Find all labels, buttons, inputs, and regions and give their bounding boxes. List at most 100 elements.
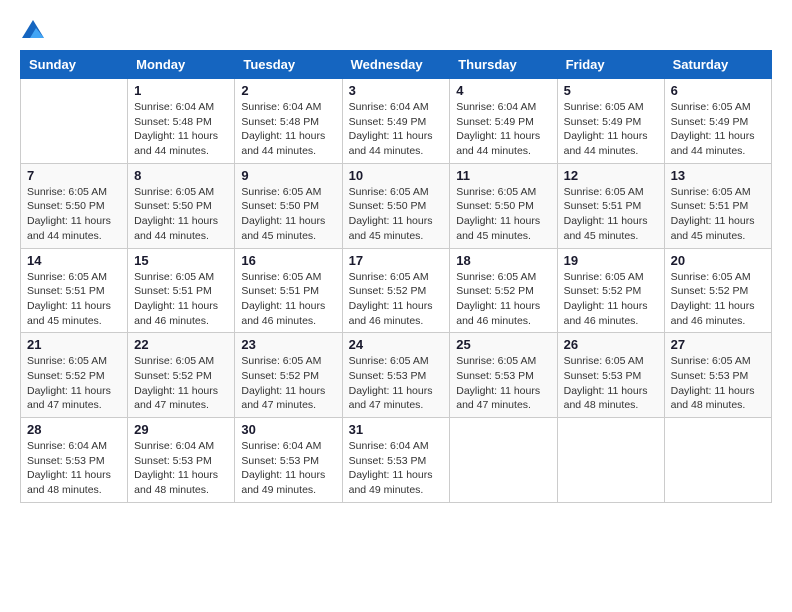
day-detail: Sunrise: 6:05 AMSunset: 5:53 PMDaylight:… bbox=[564, 355, 648, 411]
day-cell: 7 Sunrise: 6:05 AMSunset: 5:50 PMDayligh… bbox=[21, 163, 128, 248]
day-cell: 5 Sunrise: 6:05 AMSunset: 5:49 PMDayligh… bbox=[557, 79, 664, 164]
day-cell: 1 Sunrise: 6:04 AMSunset: 5:48 PMDayligh… bbox=[128, 79, 235, 164]
day-detail: Sunrise: 6:04 AMSunset: 5:53 PMDaylight:… bbox=[27, 440, 111, 496]
day-number: 18 bbox=[456, 253, 550, 268]
day-detail: Sunrise: 6:04 AMSunset: 5:49 PMDaylight:… bbox=[349, 101, 433, 157]
day-detail: Sunrise: 6:05 AMSunset: 5:53 PMDaylight:… bbox=[671, 355, 755, 411]
day-number: 5 bbox=[564, 83, 658, 98]
week-row-2: 7 Sunrise: 6:05 AMSunset: 5:50 PMDayligh… bbox=[21, 163, 772, 248]
day-detail: Sunrise: 6:05 AMSunset: 5:51 PMDaylight:… bbox=[241, 271, 325, 327]
day-cell: 12 Sunrise: 6:05 AMSunset: 5:51 PMDaylig… bbox=[557, 163, 664, 248]
day-detail: Sunrise: 6:04 AMSunset: 5:48 PMDaylight:… bbox=[241, 101, 325, 157]
calendar-table: SundayMondayTuesdayWednesdayThursdayFrid… bbox=[20, 50, 772, 503]
day-number: 8 bbox=[134, 168, 228, 183]
header-friday: Friday bbox=[557, 51, 664, 79]
header-sunday: Sunday bbox=[21, 51, 128, 79]
day-detail: Sunrise: 6:05 AMSunset: 5:52 PMDaylight:… bbox=[349, 271, 433, 327]
day-detail: Sunrise: 6:05 AMSunset: 5:50 PMDaylight:… bbox=[241, 186, 325, 242]
day-cell: 25 Sunrise: 6:05 AMSunset: 5:53 PMDaylig… bbox=[450, 333, 557, 418]
day-number: 14 bbox=[27, 253, 121, 268]
day-number: 1 bbox=[134, 83, 228, 98]
day-number: 28 bbox=[27, 422, 121, 437]
day-cell: 9 Sunrise: 6:05 AMSunset: 5:50 PMDayligh… bbox=[235, 163, 342, 248]
day-cell: 22 Sunrise: 6:05 AMSunset: 5:52 PMDaylig… bbox=[128, 333, 235, 418]
day-cell: 28 Sunrise: 6:04 AMSunset: 5:53 PMDaylig… bbox=[21, 418, 128, 503]
day-detail: Sunrise: 6:05 AMSunset: 5:49 PMDaylight:… bbox=[671, 101, 755, 157]
header-monday: Monday bbox=[128, 51, 235, 79]
day-cell: 26 Sunrise: 6:05 AMSunset: 5:53 PMDaylig… bbox=[557, 333, 664, 418]
day-cell: 8 Sunrise: 6:05 AMSunset: 5:50 PMDayligh… bbox=[128, 163, 235, 248]
day-number: 23 bbox=[241, 337, 335, 352]
day-cell: 30 Sunrise: 6:04 AMSunset: 5:53 PMDaylig… bbox=[235, 418, 342, 503]
day-cell: 13 Sunrise: 6:05 AMSunset: 5:51 PMDaylig… bbox=[664, 163, 771, 248]
day-detail: Sunrise: 6:05 AMSunset: 5:52 PMDaylight:… bbox=[134, 355, 218, 411]
day-cell: 15 Sunrise: 6:05 AMSunset: 5:51 PMDaylig… bbox=[128, 248, 235, 333]
day-number: 12 bbox=[564, 168, 658, 183]
day-cell: 16 Sunrise: 6:05 AMSunset: 5:51 PMDaylig… bbox=[235, 248, 342, 333]
logo-icon bbox=[22, 20, 44, 38]
day-cell bbox=[21, 79, 128, 164]
week-row-3: 14 Sunrise: 6:05 AMSunset: 5:51 PMDaylig… bbox=[21, 248, 772, 333]
day-cell: 18 Sunrise: 6:05 AMSunset: 5:52 PMDaylig… bbox=[450, 248, 557, 333]
day-cell: 10 Sunrise: 6:05 AMSunset: 5:50 PMDaylig… bbox=[342, 163, 450, 248]
day-number: 11 bbox=[456, 168, 550, 183]
header-saturday: Saturday bbox=[664, 51, 771, 79]
day-number: 25 bbox=[456, 337, 550, 352]
day-cell bbox=[664, 418, 771, 503]
header-tuesday: Tuesday bbox=[235, 51, 342, 79]
week-row-5: 28 Sunrise: 6:04 AMSunset: 5:53 PMDaylig… bbox=[21, 418, 772, 503]
day-detail: Sunrise: 6:05 AMSunset: 5:50 PMDaylight:… bbox=[134, 186, 218, 242]
day-number: 24 bbox=[349, 337, 444, 352]
day-number: 20 bbox=[671, 253, 765, 268]
day-number: 30 bbox=[241, 422, 335, 437]
day-detail: Sunrise: 6:05 AMSunset: 5:51 PMDaylight:… bbox=[564, 186, 648, 242]
day-detail: Sunrise: 6:05 AMSunset: 5:52 PMDaylight:… bbox=[456, 271, 540, 327]
day-number: 22 bbox=[134, 337, 228, 352]
day-cell: 17 Sunrise: 6:05 AMSunset: 5:52 PMDaylig… bbox=[342, 248, 450, 333]
day-cell: 19 Sunrise: 6:05 AMSunset: 5:52 PMDaylig… bbox=[557, 248, 664, 333]
day-cell: 11 Sunrise: 6:05 AMSunset: 5:50 PMDaylig… bbox=[450, 163, 557, 248]
day-detail: Sunrise: 6:04 AMSunset: 5:53 PMDaylight:… bbox=[134, 440, 218, 496]
day-cell: 4 Sunrise: 6:04 AMSunset: 5:49 PMDayligh… bbox=[450, 79, 557, 164]
day-number: 15 bbox=[134, 253, 228, 268]
day-number: 9 bbox=[241, 168, 335, 183]
day-detail: Sunrise: 6:04 AMSunset: 5:49 PMDaylight:… bbox=[456, 101, 540, 157]
day-number: 16 bbox=[241, 253, 335, 268]
day-cell: 21 Sunrise: 6:05 AMSunset: 5:52 PMDaylig… bbox=[21, 333, 128, 418]
day-number: 21 bbox=[27, 337, 121, 352]
day-cell: 23 Sunrise: 6:05 AMSunset: 5:52 PMDaylig… bbox=[235, 333, 342, 418]
day-number: 3 bbox=[349, 83, 444, 98]
day-number: 27 bbox=[671, 337, 765, 352]
day-number: 4 bbox=[456, 83, 550, 98]
day-number: 10 bbox=[349, 168, 444, 183]
day-cell: 20 Sunrise: 6:05 AMSunset: 5:52 PMDaylig… bbox=[664, 248, 771, 333]
day-detail: Sunrise: 6:04 AMSunset: 5:53 PMDaylight:… bbox=[241, 440, 325, 496]
day-detail: Sunrise: 6:05 AMSunset: 5:50 PMDaylight:… bbox=[349, 186, 433, 242]
day-cell: 2 Sunrise: 6:04 AMSunset: 5:48 PMDayligh… bbox=[235, 79, 342, 164]
day-number: 19 bbox=[564, 253, 658, 268]
calendar-header-row: SundayMondayTuesdayWednesdayThursdayFrid… bbox=[21, 51, 772, 79]
day-cell: 27 Sunrise: 6:05 AMSunset: 5:53 PMDaylig… bbox=[664, 333, 771, 418]
day-number: 13 bbox=[671, 168, 765, 183]
day-detail: Sunrise: 6:05 AMSunset: 5:50 PMDaylight:… bbox=[27, 186, 111, 242]
week-row-1: 1 Sunrise: 6:04 AMSunset: 5:48 PMDayligh… bbox=[21, 79, 772, 164]
day-cell: 24 Sunrise: 6:05 AMSunset: 5:53 PMDaylig… bbox=[342, 333, 450, 418]
header-wednesday: Wednesday bbox=[342, 51, 450, 79]
day-detail: Sunrise: 6:05 AMSunset: 5:52 PMDaylight:… bbox=[671, 271, 755, 327]
week-row-4: 21 Sunrise: 6:05 AMSunset: 5:52 PMDaylig… bbox=[21, 333, 772, 418]
day-number: 6 bbox=[671, 83, 765, 98]
day-number: 31 bbox=[349, 422, 444, 437]
header-thursday: Thursday bbox=[450, 51, 557, 79]
day-detail: Sunrise: 6:05 AMSunset: 5:51 PMDaylight:… bbox=[27, 271, 111, 327]
day-cell bbox=[557, 418, 664, 503]
day-detail: Sunrise: 6:05 AMSunset: 5:52 PMDaylight:… bbox=[27, 355, 111, 411]
day-detail: Sunrise: 6:05 AMSunset: 5:50 PMDaylight:… bbox=[456, 186, 540, 242]
day-number: 7 bbox=[27, 168, 121, 183]
day-detail: Sunrise: 6:05 AMSunset: 5:52 PMDaylight:… bbox=[241, 355, 325, 411]
day-detail: Sunrise: 6:04 AMSunset: 5:53 PMDaylight:… bbox=[349, 440, 433, 496]
day-cell: 31 Sunrise: 6:04 AMSunset: 5:53 PMDaylig… bbox=[342, 418, 450, 503]
day-number: 17 bbox=[349, 253, 444, 268]
day-detail: Sunrise: 6:05 AMSunset: 5:53 PMDaylight:… bbox=[456, 355, 540, 411]
day-cell: 14 Sunrise: 6:05 AMSunset: 5:51 PMDaylig… bbox=[21, 248, 128, 333]
day-number: 2 bbox=[241, 83, 335, 98]
